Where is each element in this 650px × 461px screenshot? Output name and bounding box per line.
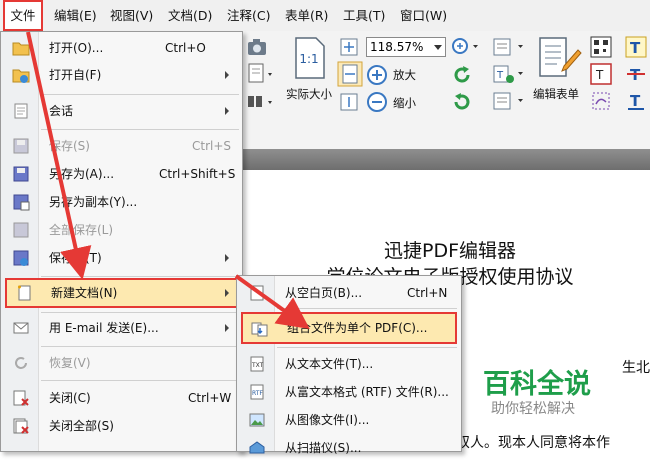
arrow-to-combine-files <box>234 274 310 330</box>
annotation-arrows <box>26 31 310 330</box>
arrow-to-new-document <box>26 31 92 280</box>
